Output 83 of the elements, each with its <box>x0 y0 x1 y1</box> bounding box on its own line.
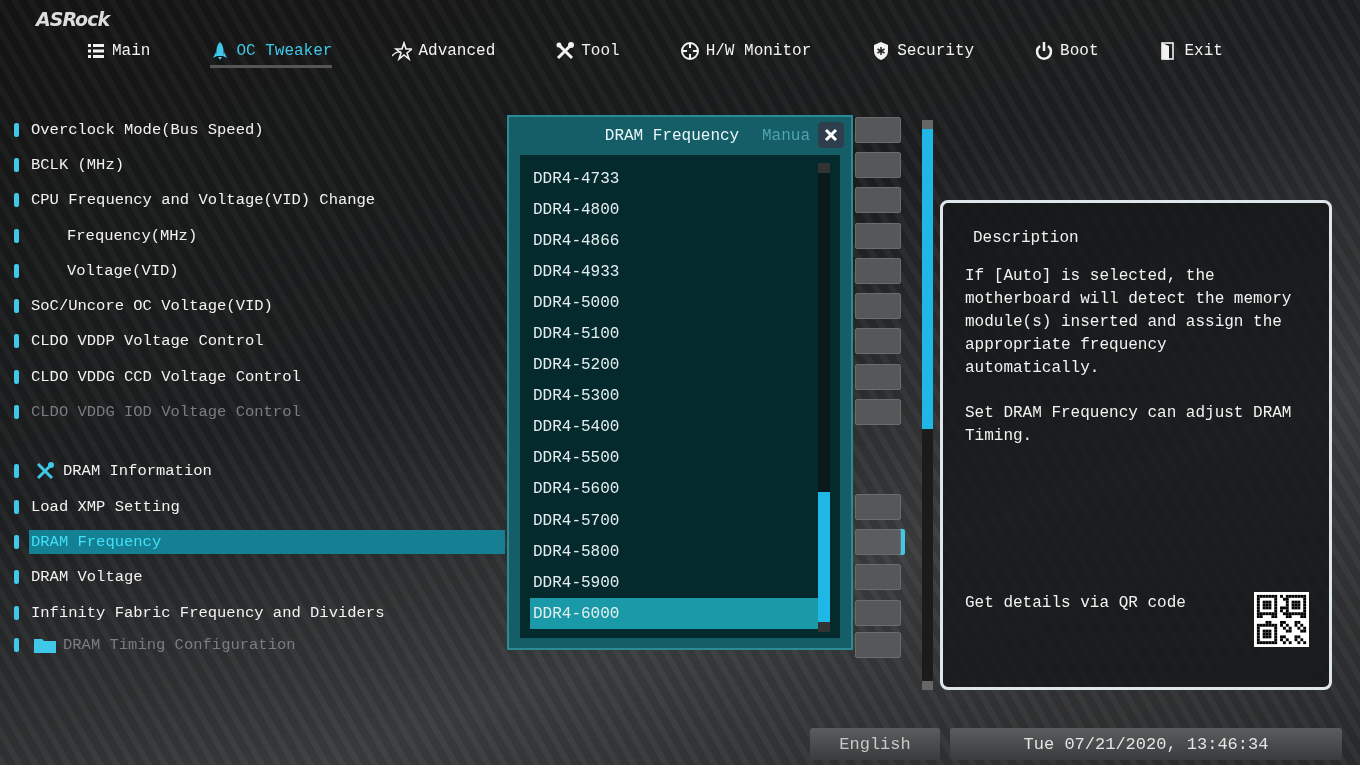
scrollbar[interactable] <box>818 163 830 632</box>
bullet-icon <box>14 499 19 514</box>
option-item[interactable]: DDR4-4866 <box>530 225 818 257</box>
setting-item[interactable]: Load XMP Setting <box>29 494 505 519</box>
option-item[interactable]: DDR4-5300 <box>530 380 818 412</box>
setting-item[interactable]: BCLK (MHz) <box>29 152 505 177</box>
setting-item[interactable]: Frequency(MHz) <box>29 223 505 248</box>
qr-caption: Get details via QR code <box>965 593 1186 614</box>
value-field[interactable] <box>855 257 901 284</box>
bullet-icon <box>14 405 19 419</box>
dialog-title: DRAM Frequency <box>604 127 740 145</box>
value-field[interactable] <box>855 293 901 320</box>
bullet-icon <box>14 228 19 243</box>
bullet-icon <box>14 534 19 549</box>
bullet-icon <box>14 464 19 479</box>
description-text: If [Auto] is selected, the motherboard will detect the memory module(s) inserted and assign the appropriate frequency automatically. <box>965 266 1293 379</box>
option-item[interactable]: DDR4-5900 <box>530 567 818 599</box>
bullet-icon <box>14 570 19 585</box>
menu-tab[interactable]: Boot <box>1034 39 1099 68</box>
scrollbar[interactable] <box>922 120 933 690</box>
description-text: Set DRAM Frequency can adjust DRAM Timing. <box>965 403 1293 447</box>
description-title: Description <box>973 229 1080 247</box>
setting-item[interactable]: CLDO VDDP Voltage Control <box>29 329 505 354</box>
setting-item[interactable]: DRAM Information <box>61 459 505 484</box>
option-item[interactable]: DDR4-5000 <box>530 287 818 319</box>
setting-item[interactable]: Overclock Mode(Bus Speed) <box>29 117 505 142</box>
scroll-thumb[interactable] <box>818 492 830 622</box>
bullet-icon <box>14 299 19 314</box>
bullet-icon <box>14 157 19 172</box>
setting-item[interactable]: CLDO VDDG CCD Voltage Control <box>29 364 505 389</box>
scroll-thumb[interactable] <box>922 129 933 429</box>
value-field[interactable] <box>855 328 901 355</box>
value-field[interactable] <box>855 493 901 520</box>
bullet-icon <box>14 369 19 384</box>
setting-item[interactable]: SoC/Uncore OC Voltage(VID) <box>29 294 505 319</box>
value-field[interactable] <box>855 222 901 249</box>
setting-item[interactable]: Voltage(VID) <box>29 258 505 283</box>
list-icon <box>86 41 106 61</box>
setting-value: Manua <box>762 127 810 145</box>
brand-logo: ASRock <box>36 8 110 30</box>
menu-tab[interactable]: Advanced <box>392 39 496 68</box>
bullet-icon <box>14 334 19 349</box>
value-field[interactable] <box>855 151 901 178</box>
option-item[interactable]: DDR4-5500 <box>530 442 818 474</box>
language-button[interactable]: English <box>810 728 940 760</box>
option-item[interactable]: DDR4-4800 <box>530 194 818 226</box>
bullet-icon <box>14 638 19 653</box>
option-item[interactable]: DDR4-5700 <box>530 505 818 537</box>
bullet-icon <box>14 122 19 137</box>
close-button[interactable] <box>818 122 844 148</box>
option-item[interactable]: DDR4-5200 <box>530 349 818 381</box>
menu-tab[interactable]: Main <box>86 39 151 68</box>
option-item[interactable]: DDR4-4733 <box>530 163 818 195</box>
qr-code <box>1254 592 1309 647</box>
close-icon <box>824 128 838 142</box>
menu-tab[interactable]: Security <box>871 39 975 68</box>
value-field[interactable] <box>855 399 901 425</box>
option-item[interactable]: DDR4-4933 <box>530 256 818 288</box>
bullet-icon <box>14 605 19 620</box>
date-time: Tue 07/21/2020, 13:46:34 <box>950 728 1342 760</box>
option-item[interactable]: DDR4-5400 <box>530 411 818 443</box>
value-field[interactable] <box>855 187 901 214</box>
menu-tab[interactable]: H/W Monitor <box>679 39 812 68</box>
option-item[interactable]: DDR4-5600 <box>530 473 818 506</box>
option-item[interactable]: DDR4-5100 <box>530 318 818 350</box>
bullet-icon <box>14 193 19 208</box>
setting-item[interactable]: Infinity Fabric Frequency and Dividers <box>29 600 505 625</box>
setting-item[interactable]: DRAM Voltage <box>29 565 505 590</box>
power-icon <box>1034 41 1055 61</box>
bullet-icon <box>14 263 19 278</box>
value-field[interactable] <box>855 599 901 626</box>
setting-item[interactable]: CPU Frequency and Voltage(VID) Change <box>29 188 505 213</box>
value-field[interactable] <box>855 116 901 143</box>
value-field[interactable] <box>855 564 901 591</box>
value-field[interactable] <box>855 363 901 390</box>
crosshair-icon <box>679 41 700 61</box>
tools-icon <box>555 41 576 61</box>
menu-tab[interactable]: Tool <box>555 39 620 68</box>
value-field[interactable] <box>855 632 901 659</box>
option-item[interactable]: DDR4-5800 <box>530 536 818 568</box>
star-icon <box>392 41 413 61</box>
menu-tab[interactable]: Exit <box>1158 39 1223 68</box>
menu-tab[interactable]: OC Tweaker <box>210 39 333 68</box>
